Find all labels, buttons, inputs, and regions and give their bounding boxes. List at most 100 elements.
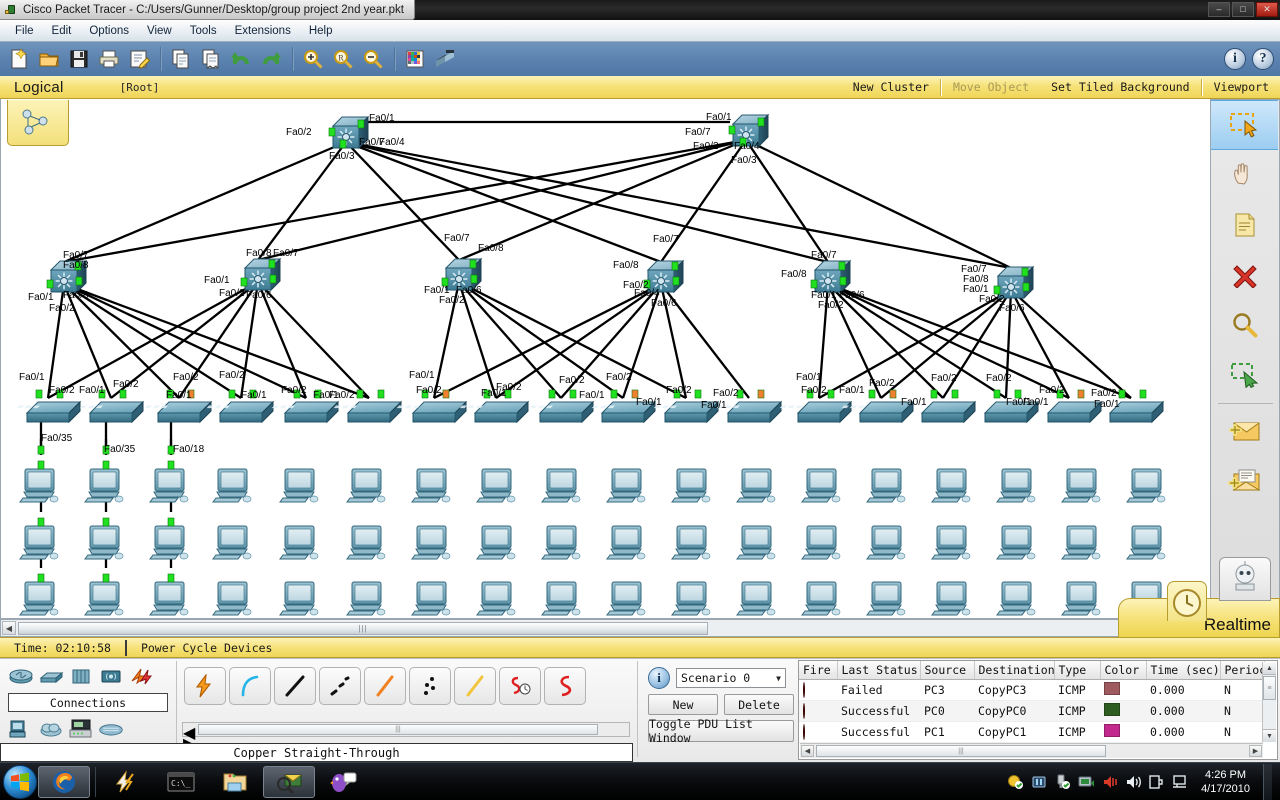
pc-14-0[interactable] (932, 469, 970, 502)
serial-dce-button[interactable] (499, 667, 541, 705)
fiber-connection-button[interactable] (364, 667, 406, 705)
info-icon[interactable]: i (648, 667, 670, 689)
pdu-col-destination[interactable]: Destination (974, 661, 1054, 680)
pc-8-0[interactable] (542, 469, 580, 502)
start-orb-icon[interactable] (3, 765, 37, 799)
pdu-scroll-thumb[interactable]: ≡ (1263, 676, 1276, 700)
table-row[interactable]: FailedPC3CopyPC3ICMP0.000N (799, 680, 1264, 701)
media-icon[interactable] (1078, 774, 1095, 790)
cluster-navigation-widget[interactable] (7, 100, 69, 146)
move-layout-tool[interactable] (1211, 150, 1278, 200)
pc-5-1[interactable] (347, 526, 385, 559)
horizontal-scroll-thumb[interactable]: ||| (18, 622, 708, 635)
display-icon[interactable] (1171, 774, 1188, 790)
conn-scroll-thumb[interactable]: ||| (198, 724, 598, 735)
pc-12-1[interactable] (802, 526, 840, 559)
pc-4-1[interactable] (280, 526, 318, 559)
set-tiled-background-button[interactable]: Set Tiled Background (1040, 80, 1200, 94)
fire-button-icon[interactable] (803, 724, 805, 740)
pc-15-2[interactable] (997, 582, 1035, 615)
pc-16-0[interactable] (1062, 469, 1100, 502)
pc-9-0[interactable] (607, 469, 645, 502)
pc-4-0[interactable] (280, 469, 318, 502)
pdu-hscroll-thumb[interactable]: ||| (816, 745, 1106, 757)
pdu-scroll-down[interactable]: ▼ (1263, 729, 1276, 742)
pc-2-1[interactable] (150, 526, 188, 559)
pc-3-2[interactable] (213, 582, 251, 615)
pc-1-1[interactable] (85, 526, 123, 559)
switch-icon[interactable] (38, 665, 64, 687)
pc-15-1[interactable] (997, 526, 1035, 559)
open-folder-icon[interactable] (35, 45, 63, 73)
access-switch-0[interactable] (1, 402, 80, 422)
network-link[interactable] (459, 282, 623, 398)
network-link[interactable] (1011, 290, 1131, 398)
zoom-reset-icon[interactable]: R (329, 45, 357, 73)
pdu-col-source[interactable]: Source (920, 661, 974, 680)
end-devices-icon[interactable] (8, 718, 34, 740)
pc-6-2[interactable] (412, 582, 450, 615)
pdu-table[interactable]: Fire Last Status Source Destination Type… (799, 661, 1265, 743)
logical-view-label[interactable]: Logical (0, 79, 64, 96)
inspect-tool[interactable] (1211, 300, 1278, 350)
pdu-scroll-up[interactable]: ▲ (1263, 662, 1276, 675)
pc-16-2[interactable] (1062, 582, 1100, 615)
network-link[interactable] (346, 142, 1011, 268)
pdu-col-last-status[interactable]: Last Status (837, 661, 920, 680)
pc-17-1[interactable] (1127, 526, 1165, 559)
network-link[interactable] (746, 140, 1011, 268)
zoom-out-icon[interactable] (359, 45, 387, 73)
pc-13-0[interactable] (867, 469, 905, 502)
copper-cross-over-button[interactable] (319, 667, 361, 705)
pdu-horizontal-scrollbar[interactable]: ◀ ||| ▶ (800, 743, 1263, 758)
pc-1-2[interactable] (85, 582, 123, 615)
robot-icon[interactable] (1219, 557, 1271, 601)
pdu-vertical-scrollbar[interactable]: ▲ ≡ ▼ (1262, 662, 1276, 742)
power-cycle-devices-button[interactable]: Power Cycle Devices (127, 641, 287, 655)
close-button[interactable]: ✕ (1256, 2, 1278, 17)
info-button[interactable]: i (1224, 48, 1246, 70)
pc-11-1[interactable] (737, 526, 775, 559)
move-object-button[interactable]: Move Object (942, 80, 1040, 94)
taskbar-clock[interactable]: 4:26 PM 4/17/2010 (1195, 768, 1256, 796)
pc-2-0[interactable] (150, 469, 188, 502)
pc-7-1[interactable] (477, 526, 515, 559)
zoom-in-icon[interactable] (299, 45, 327, 73)
delete-tool[interactable] (1211, 250, 1278, 300)
cloud-icon[interactable] (38, 718, 64, 740)
coaxial-connection-button[interactable] (454, 667, 496, 705)
power-icon[interactable] (1148, 774, 1164, 790)
pdu-col-type[interactable]: Type (1054, 661, 1100, 680)
minimize-button[interactable]: – (1208, 2, 1230, 17)
taskbar-winamp-button[interactable] (101, 766, 153, 798)
table-row[interactable]: SuccessfulPC1CopyPC1ICMP0.000N (799, 722, 1264, 743)
automatic-connection-button[interactable] (184, 667, 226, 705)
pc-17-0[interactable] (1127, 469, 1165, 502)
pdu-hscroll-right[interactable]: ▶ (1249, 745, 1262, 757)
pc-12-0[interactable] (802, 469, 840, 502)
network-link[interactable] (64, 142, 346, 262)
taskbar-cmd-button[interactable]: C:\_ (155, 766, 207, 798)
menu-item-edit[interactable]: Edit (43, 22, 81, 40)
pc-13-2[interactable] (867, 582, 905, 615)
save-icon[interactable] (65, 45, 93, 73)
pdu-fire-cell[interactable] (799, 680, 837, 701)
pc-8-2[interactable] (542, 582, 580, 615)
pdu-col-color[interactable]: Color (1100, 661, 1146, 680)
taskbar-explorer-button[interactable] (209, 766, 261, 798)
show-desktop-button[interactable] (1263, 764, 1272, 800)
pc-9-1[interactable] (607, 526, 645, 559)
resize-shape-tool[interactable] (1211, 350, 1278, 400)
connection-palette-scrollbar[interactable]: ◀ ||| ▶ (182, 722, 630, 737)
taskbar-firefox-button[interactable] (38, 766, 90, 798)
pc-10-2[interactable] (672, 582, 710, 615)
viewport-button[interactable]: Viewport (1203, 80, 1280, 94)
conn-scroll-left[interactable]: ◀ (183, 723, 195, 734)
pdu-hscroll-left[interactable]: ◀ (801, 745, 814, 757)
paste-icon[interactable] (197, 45, 225, 73)
pdu-fire-cell[interactable] (799, 701, 837, 722)
wan-cloud-icon[interactable] (98, 718, 124, 740)
pc-0-2[interactable] (20, 582, 58, 615)
pc-12-2[interactable] (802, 582, 840, 615)
volume-icon[interactable] (1125, 774, 1141, 790)
